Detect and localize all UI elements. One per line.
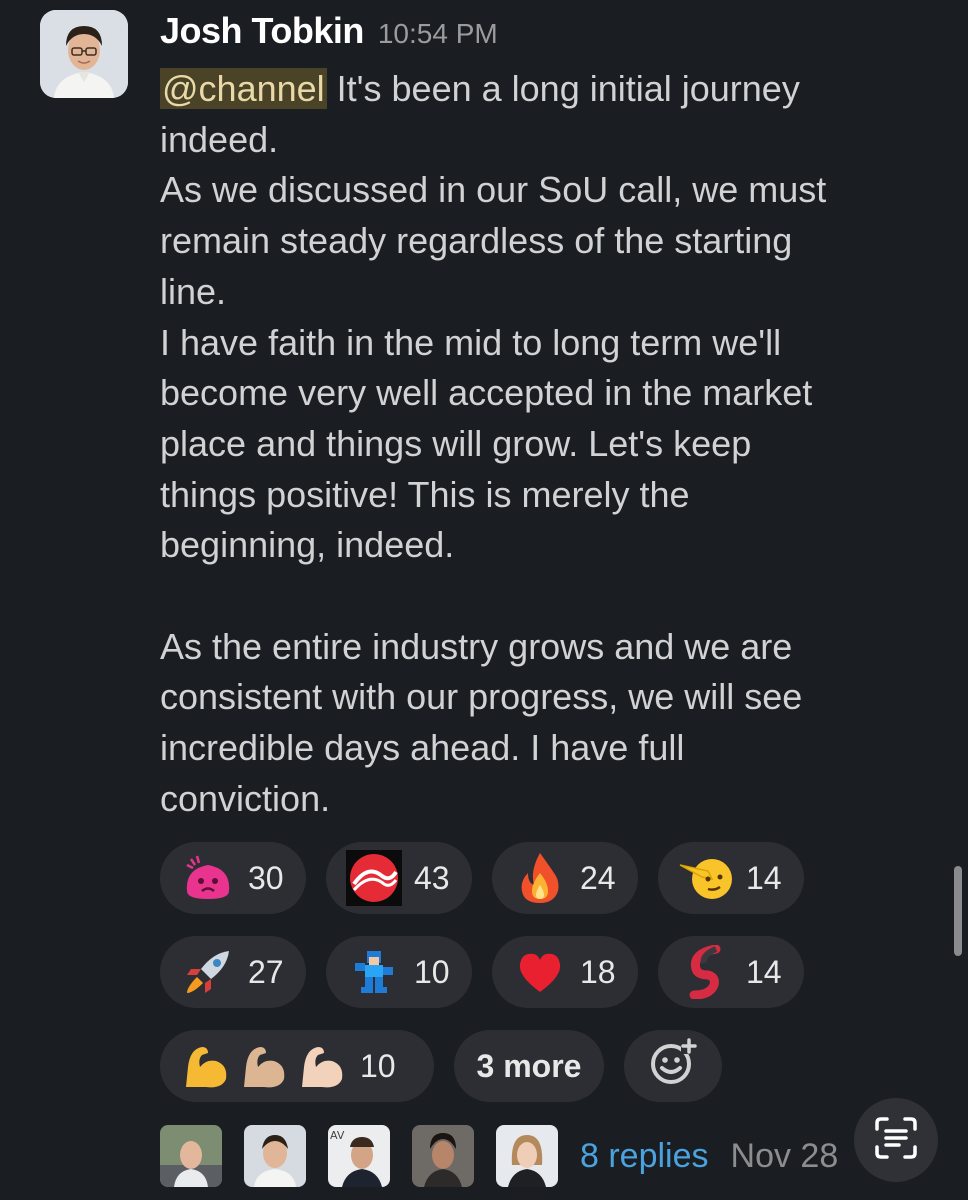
- reaction-pill[interactable]: 18: [492, 936, 638, 1008]
- svg-text:AV: AV: [330, 1129, 345, 1142]
- channel-mention[interactable]: @channel: [160, 68, 327, 109]
- more-reactions-button[interactable]: 3 more: [454, 1030, 604, 1102]
- message-line: @channel It's been a long initial journe…: [160, 68, 800, 109]
- message-line: incredible days ahead. I have full: [160, 727, 685, 769]
- add-emoji-icon: [649, 1038, 697, 1094]
- message-container: Josh Tobkin 10:54 PM @channel It's been …: [0, 0, 968, 1200]
- author-avatar[interactable]: [40, 10, 128, 98]
- message-line: As the entire industry grows and we are: [160, 625, 793, 667]
- reaction-count: 10: [360, 1047, 396, 1084]
- message-line: beginning, indeed.: [160, 524, 455, 566]
- red-heart-emoji: [512, 944, 568, 1000]
- message-line: I have faith in the mid to long term we'…: [160, 321, 782, 363]
- reaction-pill[interactable]: 10: [326, 936, 472, 1008]
- author-name[interactable]: Josh Tobkin: [160, 10, 364, 52]
- reaction-pill[interactable]: 14: [658, 842, 804, 914]
- message-line: place and things will grow. Let's keep: [160, 422, 752, 464]
- reaction-pill[interactable]: 10: [160, 1030, 434, 1102]
- fire-emoji: [512, 850, 568, 906]
- reaction-pill[interactable]: 24: [492, 842, 638, 914]
- text-scan-icon: [873, 1115, 919, 1166]
- reaction-count: 27: [248, 953, 284, 990]
- replier-avatar: AV: [328, 1125, 390, 1187]
- message-line: remain steady regardless of the starting: [160, 220, 793, 262]
- red-s-logo-emoji: [678, 944, 734, 1000]
- reaction-pill[interactable]: 14: [658, 936, 804, 1008]
- saluting-face-emoji: [678, 850, 734, 906]
- message-line: line.: [160, 270, 227, 312]
- reaction-count: 30: [248, 859, 284, 896]
- message-line: indeed.: [160, 118, 279, 160]
- replier-avatar: [244, 1125, 306, 1187]
- pink-blob-crying-emoji: [180, 850, 236, 906]
- scrollbar-thumb[interactable]: [954, 866, 962, 956]
- message-line: things positive! This is merely the: [160, 473, 690, 515]
- message-body: @channel It's been a long initial journe…: [160, 64, 940, 825]
- message-timestamp[interactable]: 10:54 PM: [378, 18, 498, 50]
- last-reply-date: Nov 28: [730, 1136, 839, 1175]
- reaction-count: 14: [746, 859, 782, 896]
- megaman-pixel-emoji: [346, 944, 402, 1000]
- thread-replies[interactable]: AV 8 replies Nov 28: [160, 1124, 838, 1188]
- replies-count-link[interactable]: 8 replies: [580, 1137, 709, 1176]
- red-swirl-logo-emoji: [346, 850, 402, 906]
- reaction-count: 24: [580, 859, 616, 896]
- reaction-pill[interactable]: 43: [326, 842, 472, 914]
- replier-avatar: [160, 1125, 222, 1187]
- replier-avatar: [412, 1125, 474, 1187]
- flexed-biceps-emoji: [180, 1041, 348, 1091]
- replier-avatar: [496, 1125, 558, 1187]
- message-header: Josh Tobkin 10:54 PM: [160, 10, 498, 60]
- reaction-count: 43: [414, 859, 450, 896]
- reaction-pill[interactable]: 30: [160, 842, 306, 914]
- reaction-count: 18: [580, 953, 616, 990]
- live-text-scan-button[interactable]: [854, 1098, 938, 1182]
- message-line: consistent with our progress, we will se…: [160, 676, 803, 718]
- more-reactions-label: 3 more: [476, 1047, 582, 1084]
- message-line: conviction.: [160, 777, 331, 819]
- rocket-emoji: [180, 944, 236, 1000]
- message-line: As we discussed in our SoU call, we must: [160, 169, 827, 211]
- message-line: become very well accepted in the market: [160, 372, 813, 414]
- reaction-count: 10: [414, 953, 450, 990]
- reaction-count: 14: [746, 953, 782, 990]
- reaction-pill[interactable]: 27: [160, 936, 306, 1008]
- add-reaction-button[interactable]: [624, 1030, 722, 1102]
